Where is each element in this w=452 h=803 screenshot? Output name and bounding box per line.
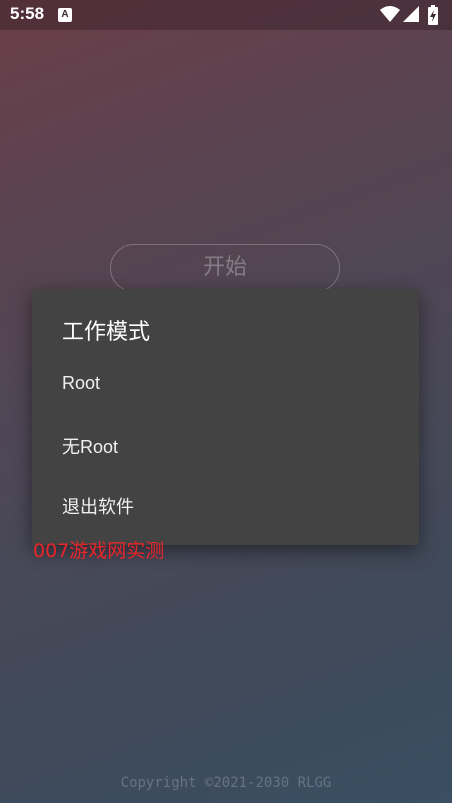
dialog-item-no-root[interactable]: 无Root xyxy=(32,417,419,473)
a-notification-icon: A xyxy=(58,8,72,22)
copyright-text: Copyright ©2021-2030 RLGG xyxy=(120,775,332,791)
dialog-item-root[interactable]: Root xyxy=(32,357,419,413)
status-time: 5:58 xyxy=(10,4,45,23)
start-button[interactable]: 开始 xyxy=(110,244,340,292)
battery-charging-icon xyxy=(428,5,438,25)
wifi-icon xyxy=(380,6,400,22)
dialog-item-label: 无Root xyxy=(62,437,119,457)
dialog-title: 工作模式 xyxy=(62,320,151,345)
signal-icon xyxy=(403,6,419,22)
dialog-item-exit[interactable]: 退出软件 xyxy=(32,477,419,533)
status-bar: 5:58 A xyxy=(0,0,452,30)
dialog-item-label: Root xyxy=(62,373,101,393)
dialog-item-label: 退出软件 xyxy=(62,497,134,517)
watermark-text: 007游戏网实测 xyxy=(33,540,165,562)
work-mode-dialog: 工作模式 Root 无Root 退出软件 xyxy=(32,289,419,545)
